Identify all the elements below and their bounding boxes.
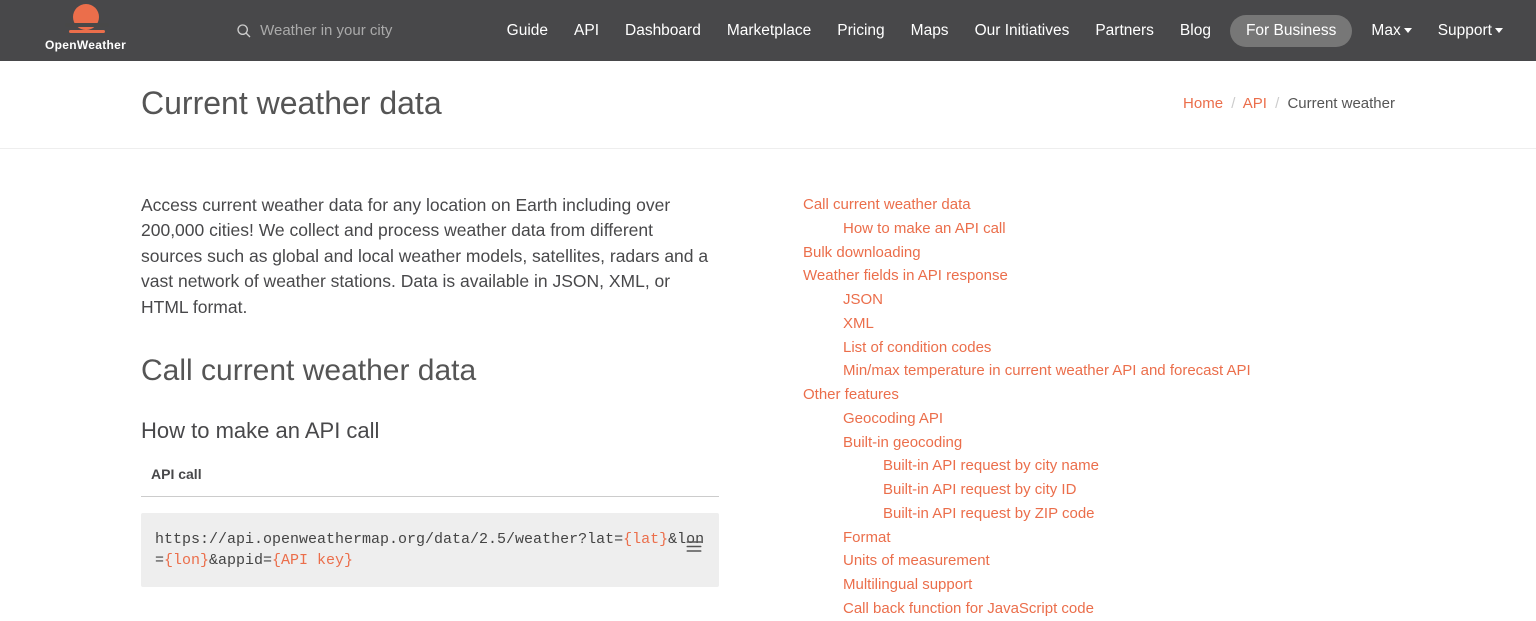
- nav-partners[interactable]: Partners: [1082, 16, 1167, 46]
- toc-codes[interactable]: List of condition codes: [843, 336, 1395, 360]
- brand-name: OpenWeather: [45, 38, 126, 52]
- title-row: Current weather data Home / API / Curren…: [141, 61, 1395, 148]
- nav-dashboard[interactable]: Dashboard: [612, 16, 714, 46]
- intro-text: Access current weather data for any loca…: [141, 193, 719, 320]
- code-param-lat: {lat}: [623, 531, 668, 548]
- toc-minmax[interactable]: Min/max temperature in current weather A…: [843, 359, 1395, 383]
- toc-bulk[interactable]: Bulk downloading: [803, 241, 1395, 265]
- nav-user-label: Max: [1371, 22, 1400, 39]
- copy-icon[interactable]: [685, 539, 703, 560]
- toc-xml[interactable]: XML: [843, 312, 1395, 336]
- toc-fields[interactable]: Weather fields in API response: [803, 264, 1395, 288]
- logo-icon: [67, 10, 105, 34]
- chevron-down-icon: [1404, 28, 1412, 33]
- toc-builtin[interactable]: Built-in geocoding: [843, 431, 1395, 455]
- top-nav-bar: OpenWeather Guide API Dashboard Marketpl…: [0, 0, 1536, 61]
- breadcrumb-api[interactable]: API: [1243, 95, 1267, 112]
- toc-multi[interactable]: Multilingual support: [843, 573, 1395, 597]
- breadcrumb-sep: /: [1231, 95, 1235, 112]
- main-content: Access current weather data for any loca…: [141, 193, 759, 621]
- code-segment: https://api.openweathermap.org/data/2.5/…: [155, 531, 623, 548]
- toc-by-id[interactable]: Built-in API request by city ID: [883, 478, 1395, 502]
- toc-json[interactable]: JSON: [843, 288, 1395, 312]
- code-param-lon: {lon}: [164, 552, 209, 569]
- nav-support-menu[interactable]: Support: [1425, 16, 1516, 46]
- page-title: Current weather data: [141, 85, 442, 122]
- code-segment: &appid=: [209, 552, 272, 569]
- toc-sidebar: Call current weather data How to make an…: [759, 193, 1395, 621]
- toc-geocoding[interactable]: Geocoding API: [843, 407, 1395, 431]
- api-call-label: API call: [141, 466, 719, 497]
- breadcrumb-sep: /: [1275, 95, 1279, 112]
- nav-initiatives[interactable]: Our Initiatives: [962, 16, 1083, 46]
- api-call-code: https://api.openweathermap.org/data/2.5/…: [141, 513, 719, 587]
- nav-marketplace[interactable]: Marketplace: [714, 16, 824, 46]
- nav-blog[interactable]: Blog: [1167, 16, 1224, 46]
- main-nav: Guide API Dashboard Marketplace Pricing …: [494, 15, 1516, 47]
- section-call-heading: Call current weather data: [141, 354, 719, 388]
- toc-units[interactable]: Units of measurement: [843, 549, 1395, 573]
- chevron-down-icon: [1495, 28, 1503, 33]
- toc-call[interactable]: Call current weather data: [803, 193, 1395, 217]
- breadcrumb: Home / API / Current weather: [1183, 95, 1395, 112]
- toc-format[interactable]: Format: [843, 526, 1395, 550]
- nav-user-menu[interactable]: Max: [1358, 16, 1424, 46]
- nav-maps[interactable]: Maps: [898, 16, 962, 46]
- nav-api[interactable]: API: [561, 16, 612, 46]
- toc-how[interactable]: How to make an API call: [843, 217, 1395, 241]
- nav-support-label: Support: [1438, 22, 1492, 39]
- breadcrumb-current: Current weather: [1287, 95, 1395, 112]
- search-box[interactable]: [236, 22, 460, 39]
- nav-business[interactable]: For Business: [1230, 15, 1352, 47]
- brand-logo[interactable]: OpenWeather: [45, 10, 126, 52]
- toc-by-zip[interactable]: Built-in API request by ZIP code: [883, 502, 1395, 526]
- code-param-key: {API key}: [272, 552, 353, 569]
- search-input[interactable]: [260, 22, 460, 39]
- search-icon: [236, 23, 252, 39]
- nav-pricing[interactable]: Pricing: [824, 16, 897, 46]
- subsection-how-heading: How to make an API call: [141, 418, 719, 444]
- nav-guide[interactable]: Guide: [494, 16, 561, 46]
- toc-callback[interactable]: Call back function for JavaScript code: [843, 597, 1395, 621]
- toc-by-name[interactable]: Built-in API request by city name: [883, 454, 1395, 478]
- toc-other[interactable]: Other features: [803, 383, 1395, 407]
- breadcrumb-home[interactable]: Home: [1183, 95, 1223, 112]
